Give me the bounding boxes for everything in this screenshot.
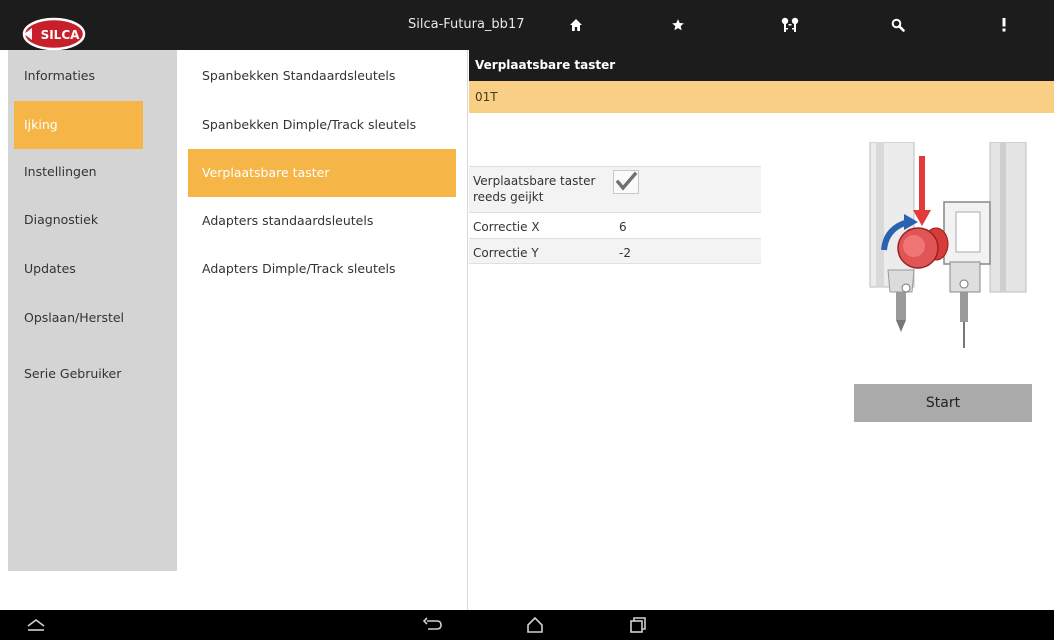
start-button[interactable]: Start [854,384,1032,422]
search-icon[interactable] [878,0,918,50]
calibration-list: Spanbekken Standaardsleutels Spanbekken … [188,50,468,610]
silca-logo: SILCA [22,14,94,54]
system-nav-bar [0,610,1054,640]
detail-code: 01T [469,81,1054,113]
nav-item-ijking[interactable]: Ijking [14,101,143,149]
list-item-adapters-dimple[interactable]: Adapters Dimple/Track sleutels [188,245,456,293]
nav-item-serie-gebruiker[interactable]: Serie Gebruiker [8,350,177,398]
row-label: Verplaatsbare taster reeds geijkt [473,174,596,204]
nav-item-informaties[interactable]: Informaties [8,52,177,100]
correctie-x-value: 6 [619,220,627,234]
nav-item-diagnostiek[interactable]: Diagnostiek [8,196,177,244]
table-row: Correctie X 6 [469,212,761,238]
sidebar-nav: Informaties Ijking Instellingen Diagnost… [8,50,177,571]
keys-icon[interactable] [770,0,810,50]
row-label: Correctie X [473,220,540,234]
table-row: Correctie Y -2 [469,238,761,264]
app-root: Silca-Futura_bb17 SILCA Informaties Ijki… [0,0,1054,640]
home-icon[interactable] [556,0,596,50]
home-outline-icon[interactable] [513,610,557,640]
list-item-spanbekken-dimple[interactable]: Spanbekken Dimple/Track sleutels [188,101,456,149]
correctie-y-value: -2 [619,246,631,260]
app-title: Silca-Futura_bb17 [408,17,525,32]
nav-item-opslaan-herstel[interactable]: Opslaan/Herstel [8,294,177,342]
recent-apps-icon[interactable] [616,610,660,640]
star-icon[interactable] [658,0,698,50]
detail-title: Verplaatsbare taster [469,50,1054,81]
calibration-table: Verplaatsbare taster reeds geijkt Correc… [469,166,761,264]
more-vert-icon[interactable] [984,0,1024,50]
top-bar: Silca-Futura_bb17 [0,0,1054,50]
collapse-icon[interactable] [14,610,58,640]
table-row: Verplaatsbare taster reeds geijkt [469,166,761,212]
nav-item-instellingen[interactable]: Instellingen [8,148,177,196]
back-icon[interactable] [411,610,455,640]
calibrated-checkbox[interactable] [613,170,639,194]
check-icon [615,171,638,191]
list-item-verplaatsbare-taster[interactable]: Verplaatsbare taster [188,149,456,197]
nav-item-updates[interactable]: Updates [8,245,177,293]
list-item-adapters-standaard[interactable]: Adapters standaardsleutels [188,197,456,245]
row-label: Correctie Y [473,246,539,260]
list-item-spanbekken-standaard[interactable]: Spanbekken Standaardsleutels [188,52,456,100]
svg-text:SILCA: SILCA [41,28,81,42]
probe-illustration [852,141,1032,352]
